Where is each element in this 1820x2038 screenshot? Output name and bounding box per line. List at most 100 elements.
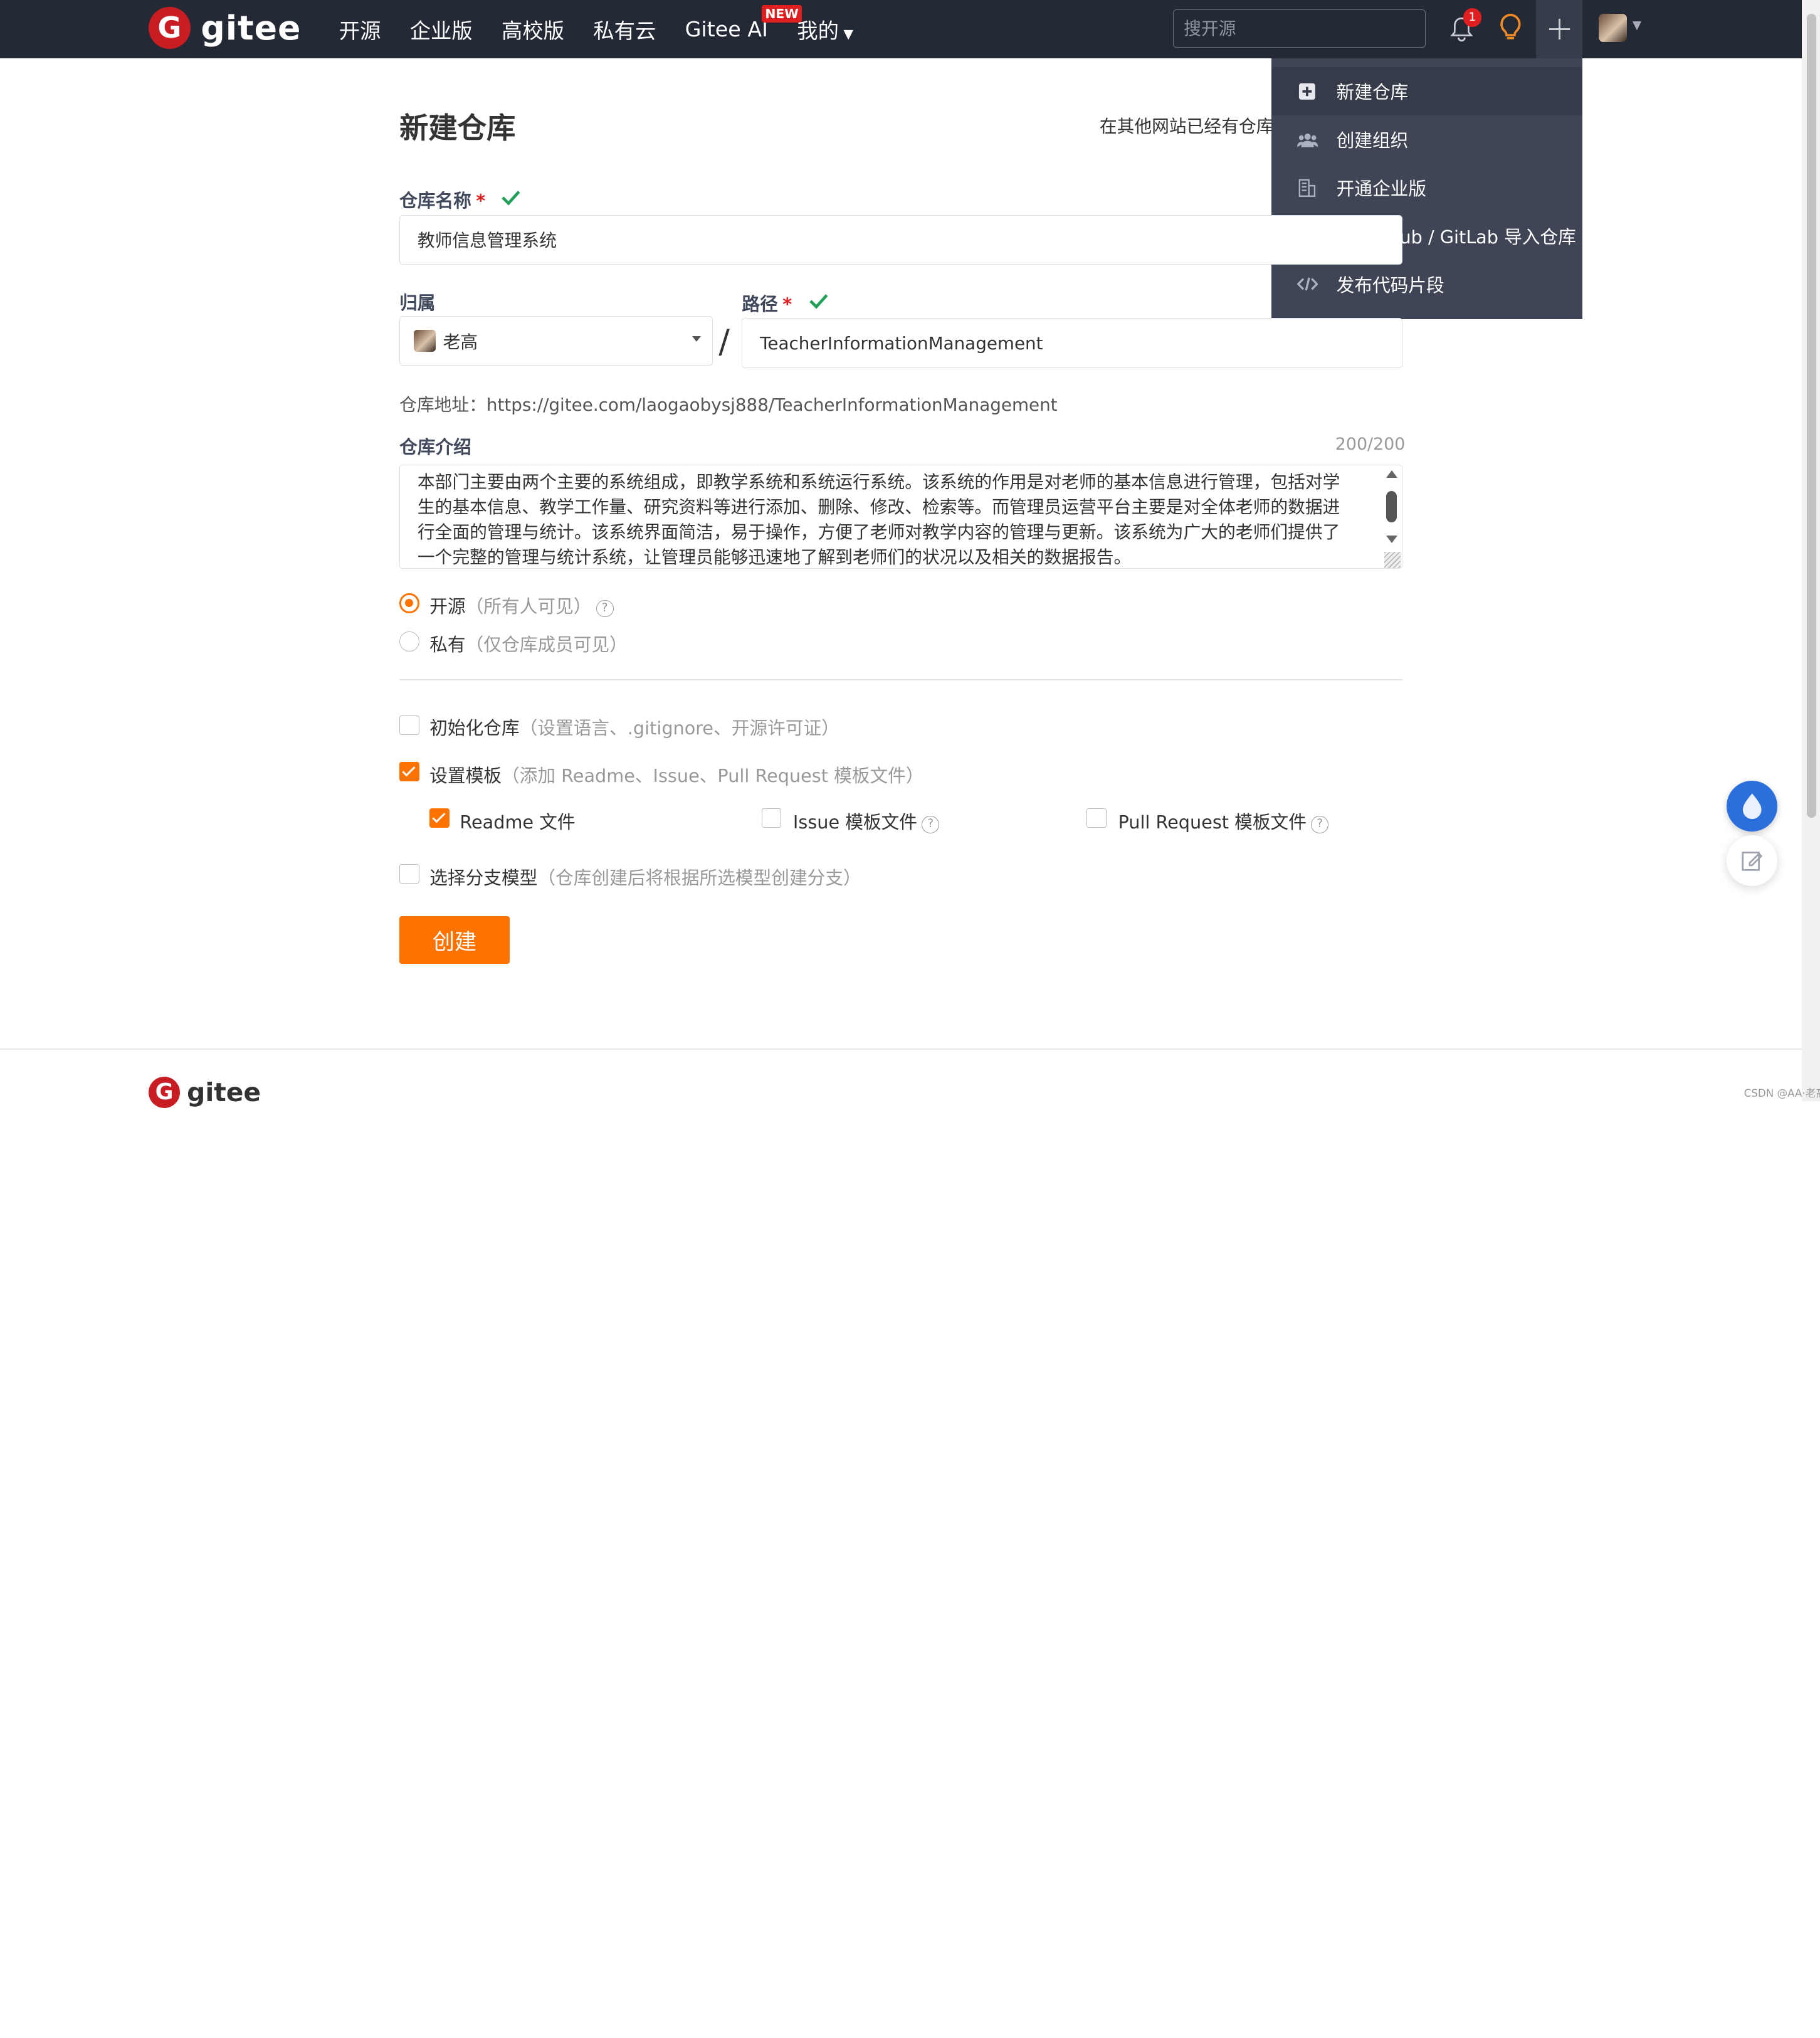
- description-counter: 200/200: [1335, 434, 1406, 454]
- scroll-down-arrow-icon[interactable]: [1386, 535, 1398, 544]
- lightbulb-icon[interactable]: [1498, 13, 1523, 43]
- readme-label[interactable]: Readme 文件: [460, 808, 575, 834]
- section-divider: [399, 679, 1403, 681]
- menu-new-repo-label: 新建仓库: [1336, 82, 1409, 103]
- gitee-logo-mark: G: [149, 7, 191, 49]
- footer-logo[interactable]: G gitee: [149, 1076, 261, 1108]
- nav-open-source[interactable]: 开源: [339, 14, 381, 45]
- floating-feedback-button[interactable]: [1726, 835, 1778, 887]
- visibility-public-label: 开源: [429, 595, 466, 617]
- create-dropdown-menu: 新建仓库 创建组织 开通企业版 从 GitHub / GitLab 导入仓库 发…: [1271, 58, 1583, 320]
- menu-create-org[interactable]: 创建组织: [1271, 115, 1582, 164]
- menu-publish-snippet[interactable]: 发布代码片段: [1271, 260, 1582, 309]
- path-value: TeacherInformationManagement: [760, 332, 1043, 354]
- templates-label: 设置模板: [429, 764, 502, 786]
- notification-count-badge: 1: [1463, 8, 1482, 27]
- building-icon: [1297, 179, 1318, 198]
- issue-template-option[interactable]: Issue 模板文件?: [792, 808, 940, 834]
- chevron-down-icon: [692, 336, 701, 342]
- issue-template-checkbox[interactable]: [761, 808, 782, 828]
- app-root: G gitee 开源 企业版 高校版 私有云 Gitee AI NEW 我的 ▼ …: [0, 0, 1820, 2038]
- users-icon: [1297, 132, 1318, 148]
- required-mark: *: [782, 293, 792, 315]
- nav-university[interactable]: 高校版: [502, 14, 564, 45]
- branch-model-option[interactable]: 选择分支模型（仓库创建后将根据所选模型创建分支）: [429, 864, 861, 890]
- visibility-private-label: 私有: [429, 633, 466, 655]
- help-icon[interactable]: ?: [922, 816, 940, 833]
- menu-new-repo[interactable]: 新建仓库: [1271, 67, 1583, 116]
- issue-template-label: Issue 模板文件: [792, 811, 917, 833]
- help-icon[interactable]: ?: [596, 599, 614, 618]
- owner-select[interactable]: 老高: [399, 315, 713, 366]
- edit-icon: [1742, 852, 1763, 871]
- init-repo-hint: （设置语言、.gitignore、开源许可证）: [519, 717, 839, 739]
- plus-icon: [1549, 18, 1570, 40]
- floating-assistant-button[interactable]: [1726, 780, 1778, 832]
- textarea-scroll-thumb[interactable]: [1386, 491, 1397, 523]
- pr-template-label: Pull Request 模板文件: [1118, 811, 1307, 833]
- owner-label: 归属: [399, 292, 436, 314]
- templates-hint: （添加 Readme、Issue、Pull Request 模板文件）: [501, 764, 924, 786]
- init-repo-checkbox[interactable]: [399, 715, 419, 736]
- visibility-private-radio[interactable]: [399, 631, 419, 652]
- pr-template-option[interactable]: Pull Request 模板文件?: [1118, 808, 1329, 834]
- footer-divider: [0, 1048, 1802, 1050]
- owner-avatar: [414, 329, 436, 352]
- readme-checkbox[interactable]: [429, 808, 450, 828]
- create-button[interactable]: 创建: [399, 916, 510, 964]
- user-avatar[interactable]: [1599, 14, 1627, 42]
- nav-gitee-ai[interactable]: Gitee AI NEW: [685, 5, 802, 41]
- menu-create-org-label: 创建组织: [1336, 130, 1409, 152]
- required-mark: *: [476, 190, 486, 212]
- path-label: 路径 *: [742, 290, 792, 316]
- visibility-public-radio[interactable]: [399, 593, 419, 613]
- check-valid-icon: [502, 191, 520, 206]
- search-input[interactable]: [1172, 9, 1426, 48]
- menu-open-enterprise[interactable]: 开通企业版: [1271, 164, 1582, 212]
- page-title: 新建仓库: [399, 110, 516, 145]
- help-icon[interactable]: ?: [1311, 816, 1329, 833]
- gitee-logo[interactable]: G gitee: [149, 7, 301, 49]
- scroll-up-arrow-icon[interactable]: [1386, 470, 1398, 478]
- visibility-private-option[interactable]: 私有（仅仓库成员可见）: [429, 631, 628, 657]
- chevron-down-icon[interactable]: ▼: [1633, 19, 1641, 32]
- nav-enterprise[interactable]: 企业版: [410, 14, 473, 45]
- nav-gitee-ai-label: Gitee AI: [685, 16, 768, 41]
- resize-handle-icon[interactable]: [1384, 551, 1401, 568]
- main-nav: 开源 企业版 高校版 私有云 Gitee AI NEW 我的 ▼: [339, 0, 883, 58]
- gitee-logo-text: gitee: [201, 8, 302, 48]
- code-icon: [1297, 276, 1318, 292]
- menu-open-enterprise-label: 开通企业版: [1336, 178, 1427, 200]
- check-valid-icon: [809, 293, 828, 309]
- footer-logo-mark: G: [149, 1076, 181, 1108]
- create-plus-button[interactable]: [1536, 0, 1583, 58]
- repo-url-value: https://gitee.com/laogaobysj888/TeacherI…: [486, 394, 1058, 416]
- page-scroll-thumb[interactable]: [1806, 14, 1816, 818]
- path-separator: /: [718, 322, 730, 361]
- description-textarea[interactable]: 本部门主要由两个主要的系统组成，即教学系统和系统运行系统。该系统的作用是对老师的…: [399, 464, 1403, 569]
- top-navbar: G gitee 开源 企业版 高校版 私有云 Gitee AI NEW 我的 ▼ …: [0, 0, 1802, 58]
- repo-url-prefix: 仓库地址：: [399, 394, 487, 416]
- watermark: CSDN @AA·老高: [1744, 1087, 1820, 1099]
- branch-model-checkbox[interactable]: [399, 863, 419, 884]
- nav-mine[interactable]: 我的 ▼: [797, 14, 853, 45]
- templates-checkbox[interactable]: [399, 761, 419, 782]
- menu-publish-snippet-label: 发布代码片段: [1336, 274, 1444, 296]
- visibility-public-option[interactable]: 开源（所有人可见）?: [429, 593, 614, 618]
- nav-private-cloud[interactable]: 私有云: [593, 14, 656, 45]
- pr-template-checkbox[interactable]: [1086, 808, 1107, 828]
- import-hint[interactable]: 在其他网站已经有仓库: [1100, 113, 1274, 138]
- init-repo-option[interactable]: 初始化仓库（设置语言、.gitignore、开源许可证）: [429, 714, 839, 740]
- repo-name-label: 仓库名称 *: [399, 187, 485, 213]
- new-badge: NEW: [761, 5, 802, 23]
- nav-mine-label: 我的: [797, 18, 839, 43]
- description-label: 仓库介绍: [399, 436, 471, 458]
- path-input[interactable]: TeacherInformationManagement: [742, 318, 1403, 369]
- repo-name-input[interactable]: 教师信息管理系统: [399, 214, 1403, 265]
- droplet-icon: [1742, 793, 1762, 819]
- init-repo-label: 初始化仓库: [429, 717, 520, 739]
- owner-value: 老高: [443, 331, 478, 352]
- templates-option[interactable]: 设置模板（添加 Readme、Issue、Pull Request 模板文件）: [429, 762, 923, 788]
- branch-model-label: 选择分支模型: [429, 867, 538, 889]
- branch-model-hint: （仓库创建后将根据所选模型创建分支）: [537, 867, 861, 889]
